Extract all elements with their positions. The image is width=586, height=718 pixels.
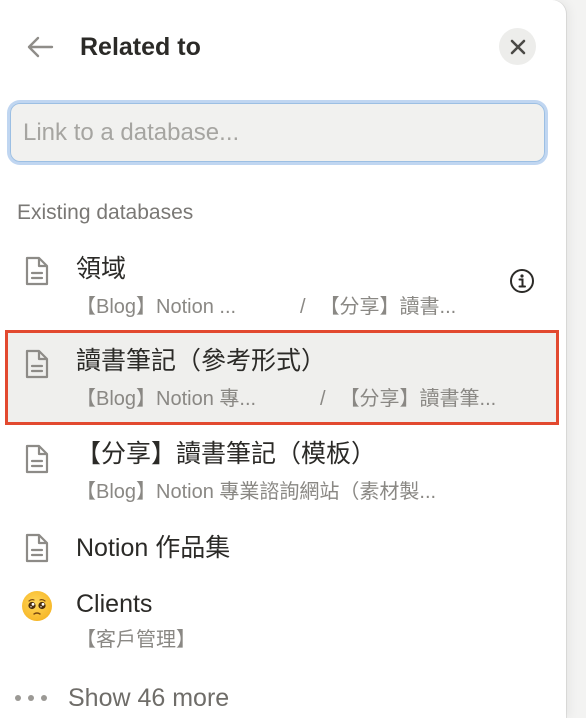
path-separator: / [300,296,306,318]
close-button[interactable] [499,28,536,65]
path-right: 【分享】讀書筆... [339,388,497,410]
database-title: 【分享】讀書筆記（模板） [76,440,377,468]
database-row[interactable]: 【分享】讀書筆記（模板） 【Blog】Notion 專業諮詢網站（素材製... [8,432,556,512]
related-to-panel: Related to Existing databases 領域 【Blog】N… [0,0,566,718]
database-title: Clients [76,590,153,618]
arrow-left-icon [27,36,54,58]
path-right: 【分享】讀書... [319,296,457,318]
pleading-face-emoji [22,589,52,623]
database-title: Notion 作品集 [76,534,231,562]
path-separator: / [320,388,326,410]
path-left: 【客戶管理】 [76,629,196,651]
show-more-label: Show 46 more [68,683,230,712]
database-row[interactable]: Clients 【客戶管理】 [8,584,556,662]
database-title: 讀書筆記（參考形式） [76,347,327,375]
page-icon [22,442,52,476]
database-row[interactable]: Notion 作品集 [8,527,556,571]
database-search-input[interactable] [10,103,545,162]
database-row[interactable]: 領域 【Blog】Notion ... / 【分享】讀書... [8,248,556,328]
show-more-button[interactable]: Show 46 more [14,680,229,716]
path-left: 【Blog】Notion 專... [76,388,257,410]
panel-title: Related to [80,33,201,61]
path-left: 【Blog】Notion ... [76,296,237,318]
back-button[interactable] [22,30,58,64]
close-icon [510,39,525,54]
ellipsis-icon [15,695,47,701]
path-left: 【Blog】Notion 專業諮詢網站（素材製... [76,481,437,503]
page-icon [22,254,52,288]
page-icon [22,531,52,565]
database-path: 【Blog】Notion ... / 【分享】讀書... [76,293,456,321]
database-row-selected[interactable]: 讀書筆記（參考形式） 【Blog】Notion 專... / 【分享】讀書筆..… [5,330,559,425]
database-path: 【Blog】Notion 專業諮詢網站（素材製... [76,478,436,506]
page-icon [22,347,52,381]
search-input-wrapper [10,103,545,162]
section-label: Existing databases [17,201,194,224]
info-icon[interactable] [509,268,535,294]
database-path: 【Blog】Notion 專... / 【分享】讀書筆... [76,385,496,413]
database-path: 【客戶管理】 [76,626,196,654]
database-title: 領域 [76,255,127,283]
